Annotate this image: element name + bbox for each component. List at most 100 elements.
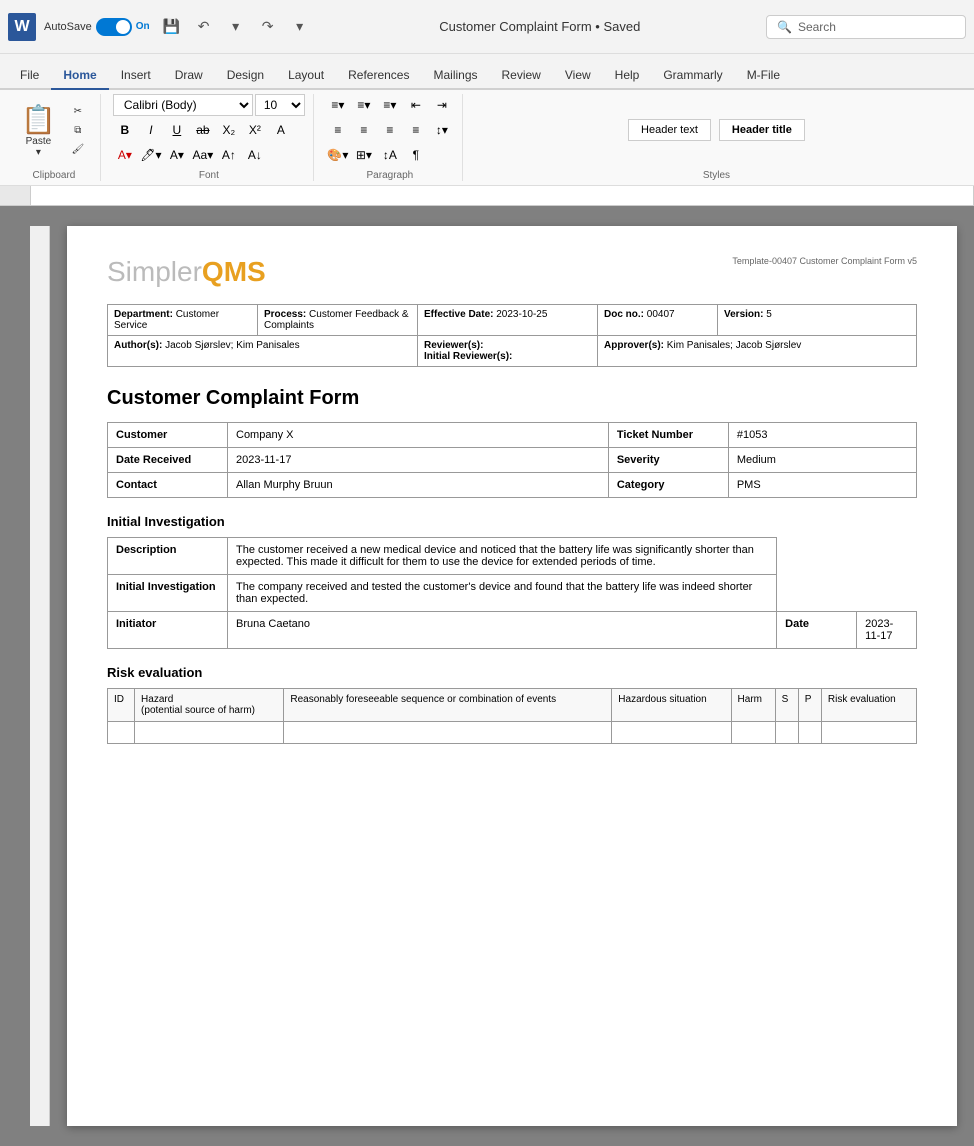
tab-view[interactable]: View bbox=[553, 62, 603, 90]
font-content: Calibri (Body) 10 B I U ab X₂ X² A A▾ 🖊▾… bbox=[113, 94, 305, 166]
template-info: Template-00407 Customer Complaint Form v… bbox=[732, 256, 917, 266]
contact-label: Contact bbox=[108, 473, 228, 498]
table-row-date: Date Received 2023-11-17 Severity Medium bbox=[108, 448, 917, 473]
invest-row-description: Description The customer received a new … bbox=[108, 538, 917, 575]
tab-review[interactable]: Review bbox=[490, 62, 553, 90]
risk-col-hazard: Hazard(potential source of harm) bbox=[135, 689, 284, 722]
undo-icon[interactable]: ↶ bbox=[190, 13, 218, 41]
ribbon: 📋 Paste ▾ ✂ ⧉ 🖌 Clipboard Calibri (Body)… bbox=[0, 90, 974, 186]
severity-label: Severity bbox=[608, 448, 728, 473]
search-box[interactable]: 🔍 Search bbox=[766, 15, 966, 39]
decrease-indent-button[interactable]: ⇤ bbox=[404, 94, 428, 116]
align-left-button[interactable]: ≡ bbox=[326, 119, 350, 141]
redo-icon[interactable]: ↷ bbox=[254, 13, 282, 41]
borders-button[interactable]: ⊞▾ bbox=[352, 144, 376, 166]
clipboard-label: Clipboard bbox=[33, 168, 76, 181]
font-format-row: B I U ab X₂ X² A bbox=[113, 119, 293, 141]
shading-button[interactable]: 🎨▾ bbox=[326, 144, 350, 166]
risk-header-row: ID Hazard(potential source of harm) Reas… bbox=[108, 689, 917, 722]
date-received-label: Date Received bbox=[108, 448, 228, 473]
font-color2-button[interactable]: A▾ bbox=[165, 144, 189, 166]
font-label: Font bbox=[199, 168, 219, 181]
line-spacing-button[interactable]: ↕▾ bbox=[430, 119, 454, 141]
justify-button[interactable]: ≡ bbox=[404, 119, 428, 141]
list-buttons: ≡▾ ≡▾ ≡▾ ⇤ ⇥ bbox=[326, 94, 454, 116]
styles-preview: Header text Header title bbox=[620, 115, 813, 145]
clear-format-button[interactable]: A bbox=[269, 119, 293, 141]
cut-button[interactable]: ✂ bbox=[64, 103, 92, 120]
undo-dropdown-icon[interactable]: ▾ bbox=[222, 13, 250, 41]
risk-cell-hazard bbox=[135, 722, 284, 744]
risk-cell-eval bbox=[821, 722, 916, 744]
tab-home[interactable]: Home bbox=[51, 62, 108, 90]
meta-department: Department: Customer Service bbox=[108, 305, 258, 336]
toggle-on-label: On bbox=[136, 21, 150, 32]
style-header-text[interactable]: Header text bbox=[628, 119, 711, 141]
style-header-title[interactable]: Header title bbox=[719, 119, 805, 141]
decrease-font-button[interactable]: A↓ bbox=[243, 144, 267, 166]
ruler-main bbox=[30, 186, 974, 205]
doc-title-main: Customer Complaint Form bbox=[107, 387, 917, 410]
italic-button[interactable]: I bbox=[139, 119, 163, 141]
show-formatting-button[interactable]: ¶ bbox=[404, 144, 428, 166]
bold-button[interactable]: B bbox=[113, 119, 137, 141]
bullet-list-button[interactable]: ≡▾ bbox=[326, 94, 350, 116]
save-icon[interactable]: 💾 bbox=[158, 13, 186, 41]
font-family-dropdown[interactable]: Calibri (Body) bbox=[113, 94, 253, 116]
risk-cell-s bbox=[775, 722, 798, 744]
investigation-label: Initial Investigation bbox=[108, 575, 228, 612]
risk-table: ID Hazard(potential source of harm) Reas… bbox=[107, 688, 917, 744]
tab-mailings[interactable]: Mailings bbox=[421, 62, 489, 90]
date-label: Date bbox=[777, 612, 857, 649]
copy-button[interactable]: ⧉ bbox=[64, 122, 92, 139]
customer-label: Customer bbox=[108, 423, 228, 448]
underline-button[interactable]: U bbox=[165, 119, 189, 141]
tab-help[interactable]: Help bbox=[603, 62, 652, 90]
font-size-dropdown[interactable]: 10 bbox=[255, 94, 305, 116]
tab-design[interactable]: Design bbox=[215, 62, 276, 90]
risk-col-p: P bbox=[798, 689, 821, 722]
paragraph-label: Paragraph bbox=[367, 168, 414, 181]
document-page: SimplerQMS Template-00407 Customer Compl… bbox=[67, 226, 957, 1126]
tab-references[interactable]: References bbox=[336, 62, 421, 90]
ticket-number-label: Ticket Number bbox=[608, 423, 728, 448]
styles-content: Header text Header title bbox=[620, 94, 813, 166]
logo-area: SimplerQMS bbox=[107, 256, 266, 288]
font-color-button[interactable]: A▾ bbox=[113, 144, 137, 166]
autosave-area: AutoSave On bbox=[44, 18, 150, 36]
align-right-button[interactable]: ≡ bbox=[378, 119, 402, 141]
meta-effective-date: Effective Date: 2023-10-25 bbox=[418, 305, 598, 336]
case-button[interactable]: Aa▾ bbox=[191, 144, 215, 166]
sort-button[interactable]: ↕A bbox=[378, 144, 402, 166]
customer-value: Company X bbox=[228, 423, 609, 448]
title-bar: W AutoSave On 💾 ↶ ▾ ↷ ▾ Customer Complai… bbox=[0, 0, 974, 54]
increase-indent-button[interactable]: ⇥ bbox=[430, 94, 454, 116]
tab-grammarly[interactable]: Grammarly bbox=[651, 62, 734, 90]
multilevel-list-button[interactable]: ≡▾ bbox=[378, 94, 402, 116]
align-center-button[interactable]: ≡ bbox=[352, 119, 376, 141]
risk-col-harm: Harm bbox=[731, 689, 775, 722]
tab-draw[interactable]: Draw bbox=[163, 62, 215, 90]
tab-insert[interactable]: Insert bbox=[109, 62, 163, 90]
severity-value: Medium bbox=[728, 448, 916, 473]
superscript-button[interactable]: X² bbox=[243, 119, 267, 141]
format-painter-button[interactable]: 🖌 bbox=[64, 141, 92, 158]
highlight-color-button[interactable]: 🖊▾ bbox=[139, 144, 163, 166]
subscript-button[interactable]: X₂ bbox=[217, 119, 241, 141]
meta-doc-no: Doc no.: 00407 bbox=[598, 305, 718, 336]
tab-layout[interactable]: Layout bbox=[276, 62, 336, 90]
increase-font-button[interactable]: A↑ bbox=[217, 144, 241, 166]
strikethrough-button[interactable]: ab bbox=[191, 119, 215, 141]
autosave-toggle[interactable] bbox=[96, 18, 132, 36]
tab-file[interactable]: File bbox=[8, 62, 51, 90]
date-received-value: 2023-11-17 bbox=[228, 448, 609, 473]
tab-mfile[interactable]: M-File bbox=[735, 62, 792, 90]
doc-title: Customer Complaint Form • Saved bbox=[322, 19, 758, 34]
risk-cell-situation bbox=[612, 722, 731, 744]
meta-approver: Approver(s): Kim Panisales; Jacob Sjørsl… bbox=[598, 336, 917, 367]
numbered-list-button[interactable]: ≡▾ bbox=[352, 94, 376, 116]
description-value: The customer received a new medical devi… bbox=[228, 538, 777, 575]
risk-cell-p bbox=[798, 722, 821, 744]
paste-button[interactable]: 📋 Paste ▾ bbox=[16, 100, 61, 161]
customize-icon[interactable]: ▾ bbox=[286, 13, 314, 41]
